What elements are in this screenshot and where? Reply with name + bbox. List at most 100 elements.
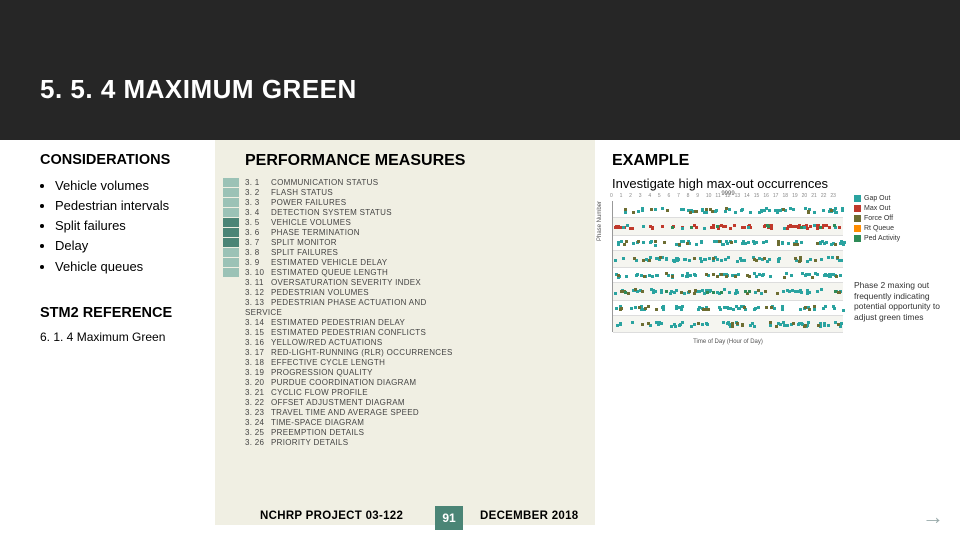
legend-swatch: [854, 205, 861, 212]
considerations-header: CONSIDERATIONS: [40, 152, 210, 168]
considerations-list: Vehicle volumesPedestrian intervalsSplit…: [40, 176, 210, 277]
legend-swatch: [854, 215, 861, 222]
pm-number: 3. 2: [245, 188, 271, 198]
footer-page: 91: [435, 506, 463, 530]
pm-highlight-bar: [223, 188, 239, 197]
pm-highlight-bar: [223, 338, 239, 347]
pm-label: ESTIMATED PEDESTRIAN CONFLICTS: [271, 328, 426, 338]
pm-highlight-bar: [223, 418, 239, 427]
stm2-header: STM2 REFERENCE: [40, 305, 210, 321]
pm-label: PEDESTRIAN VOLUMES: [271, 288, 369, 298]
pm-row: 3. 16YELLOW/RED ACTUATIONS: [223, 338, 595, 348]
footer-date: DECEMBER 2018: [480, 510, 579, 522]
page-title: 5. 5. 4 MAXIMUM GREEN: [40, 74, 357, 105]
legend-item: Gap Out: [854, 194, 934, 203]
pm-row: 3. 12PEDESTRIAN VOLUMES: [223, 288, 595, 298]
pm-label: SPLIT MONITOR: [271, 238, 337, 248]
pm-number: 3. 22: [245, 398, 271, 408]
pm-label: EFFECTIVE CYCLE LENGTH: [271, 358, 385, 368]
pm-highlight-bar: [223, 228, 239, 237]
pm-highlight-bar: [223, 248, 239, 257]
pm-label: RED-LIGHT-RUNNING (RLR) OCCURRENCES: [271, 348, 453, 358]
pm-row: 3. 13PEDESTRIAN PHASE ACTUATION AND: [223, 298, 595, 308]
pm-label: ESTIMATED PEDESTRIAN DELAY: [271, 318, 405, 328]
pm-number: 3. 10: [245, 268, 271, 278]
pm-number: 3. 13: [245, 298, 271, 308]
pm-number: 3. 15: [245, 328, 271, 338]
performance-header: PERFORMANCE MEASURES: [245, 152, 595, 170]
pm-label: PREEMPTION DETAILS: [271, 428, 364, 438]
pm-row: 3. 5VEHICLE VOLUMES: [223, 218, 595, 228]
pm-row: 3. 2FLASH STATUS: [223, 188, 595, 198]
pm-row: 3. 24TIME-SPACE DIAGRAM: [223, 418, 595, 428]
pm-label: OFFSET ADJUSTMENT DIAGRAM: [271, 398, 405, 408]
pm-number: 3. 18: [245, 358, 271, 368]
pm-label: PEDESTRIAN PHASE ACTUATION AND: [271, 298, 427, 308]
pm-row: 3. 11OVERSATURATION SEVERITY INDEX: [223, 278, 595, 288]
pm-highlight-bar: [223, 318, 239, 327]
pm-row: 3. 14ESTIMATED PEDESTRIAN DELAY: [223, 318, 595, 328]
legend-item: Max Out: [854, 204, 934, 213]
pm-highlight-bar: [223, 358, 239, 367]
legend-item: Ped Activity: [854, 234, 934, 243]
pm-highlight-bar: [223, 298, 239, 307]
legend-label: Rt Queue: [864, 224, 894, 233]
pm-row: 3. 26PRIORITY DETAILS: [223, 438, 595, 448]
list-item: Vehicle queues: [55, 257, 210, 277]
pm-highlight-bar: [223, 288, 239, 297]
pm-number: 3. 16: [245, 338, 271, 348]
pm-row: 3. 20PURDUE COORDINATION DIAGRAM: [223, 378, 595, 388]
pm-highlight-bar: [223, 408, 239, 417]
pm-highlight-bar: [223, 278, 239, 287]
performance-block: PERFORMANCE MEASURES 3. 1COMMUNICATION S…: [215, 140, 595, 525]
pm-label: PURDUE COORDINATION DIAGRAM: [271, 378, 416, 388]
pm-number: 3. 24: [245, 418, 271, 428]
pm-label: POWER FAILURES: [271, 198, 346, 208]
legend-label: Force Off: [864, 214, 893, 223]
pm-number: 3. 26: [245, 438, 271, 448]
list-item: Delay: [55, 236, 210, 256]
footer-project: NCHRP PROJECT 03-122: [260, 510, 403, 522]
pm-row: 3. 6PHASE TERMINATION: [223, 228, 595, 238]
pm-row: SERVICE: [223, 308, 595, 318]
pm-label: PRIORITY DETAILS: [271, 438, 348, 448]
pm-number: 3. 3: [245, 198, 271, 208]
pm-highlight-bar: [223, 388, 239, 397]
pm-number: 3. 5: [245, 218, 271, 228]
pm-highlight-bar: [223, 208, 239, 217]
pm-label: SERVICE: [245, 308, 282, 318]
pm-highlight-bar: [223, 398, 239, 407]
chart-ylabel: Phase Number: [597, 201, 603, 241]
pm-highlight-bar: [223, 258, 239, 267]
legend-label: Gap Out: [864, 194, 890, 203]
pm-highlight-bar: [223, 438, 239, 447]
legend-swatch: [854, 235, 861, 242]
stm2-ref: 6. 1. 4 Maximum Green: [40, 329, 210, 346]
pm-label: OVERSATURATION SEVERITY INDEX: [271, 278, 421, 288]
pm-highlight-bar: [223, 198, 239, 207]
pm-number: 3. 19: [245, 368, 271, 378]
pm-number: 3. 11: [245, 278, 271, 288]
pm-row: 3. 22OFFSET ADJUSTMENT DIAGRAM: [223, 398, 595, 408]
next-arrow-icon[interactable]: →: [922, 504, 944, 530]
list-item: Vehicle volumes: [55, 176, 210, 196]
pm-label: ESTIMATED QUEUE LENGTH: [271, 268, 388, 278]
pm-number: 3. 14: [245, 318, 271, 328]
pm-number: 3. 25: [245, 428, 271, 438]
pm-label: ESTIMATED VEHICLE DELAY: [271, 258, 387, 268]
pm-label: YELLOW/RED ACTUATIONS: [271, 338, 383, 348]
chart-legend: Gap OutMax OutForce OffRt QueuePed Activ…: [854, 194, 934, 244]
pm-number: 3. 20: [245, 378, 271, 388]
pm-highlight-bar: [223, 268, 239, 277]
pm-label: CYCLIC FLOW PROFILE: [271, 388, 368, 398]
legend-swatch: [854, 225, 861, 232]
pm-highlight-bar: [223, 428, 239, 437]
considerations-block: CONSIDERATIONS Vehicle volumesPedestrian…: [40, 152, 210, 346]
pm-row: 3. 3POWER FAILURES: [223, 198, 595, 208]
pm-label: SPLIT FAILURES: [271, 248, 338, 258]
list-item: Split failures: [55, 216, 210, 236]
pm-label: PHASE TERMINATION: [271, 228, 360, 238]
list-item: Pedestrian intervals: [55, 196, 210, 216]
pm-row: 3. 23TRAVEL TIME AND AVERAGE SPEED: [223, 408, 595, 418]
pm-label: PROGRESSION QUALITY: [271, 368, 373, 378]
